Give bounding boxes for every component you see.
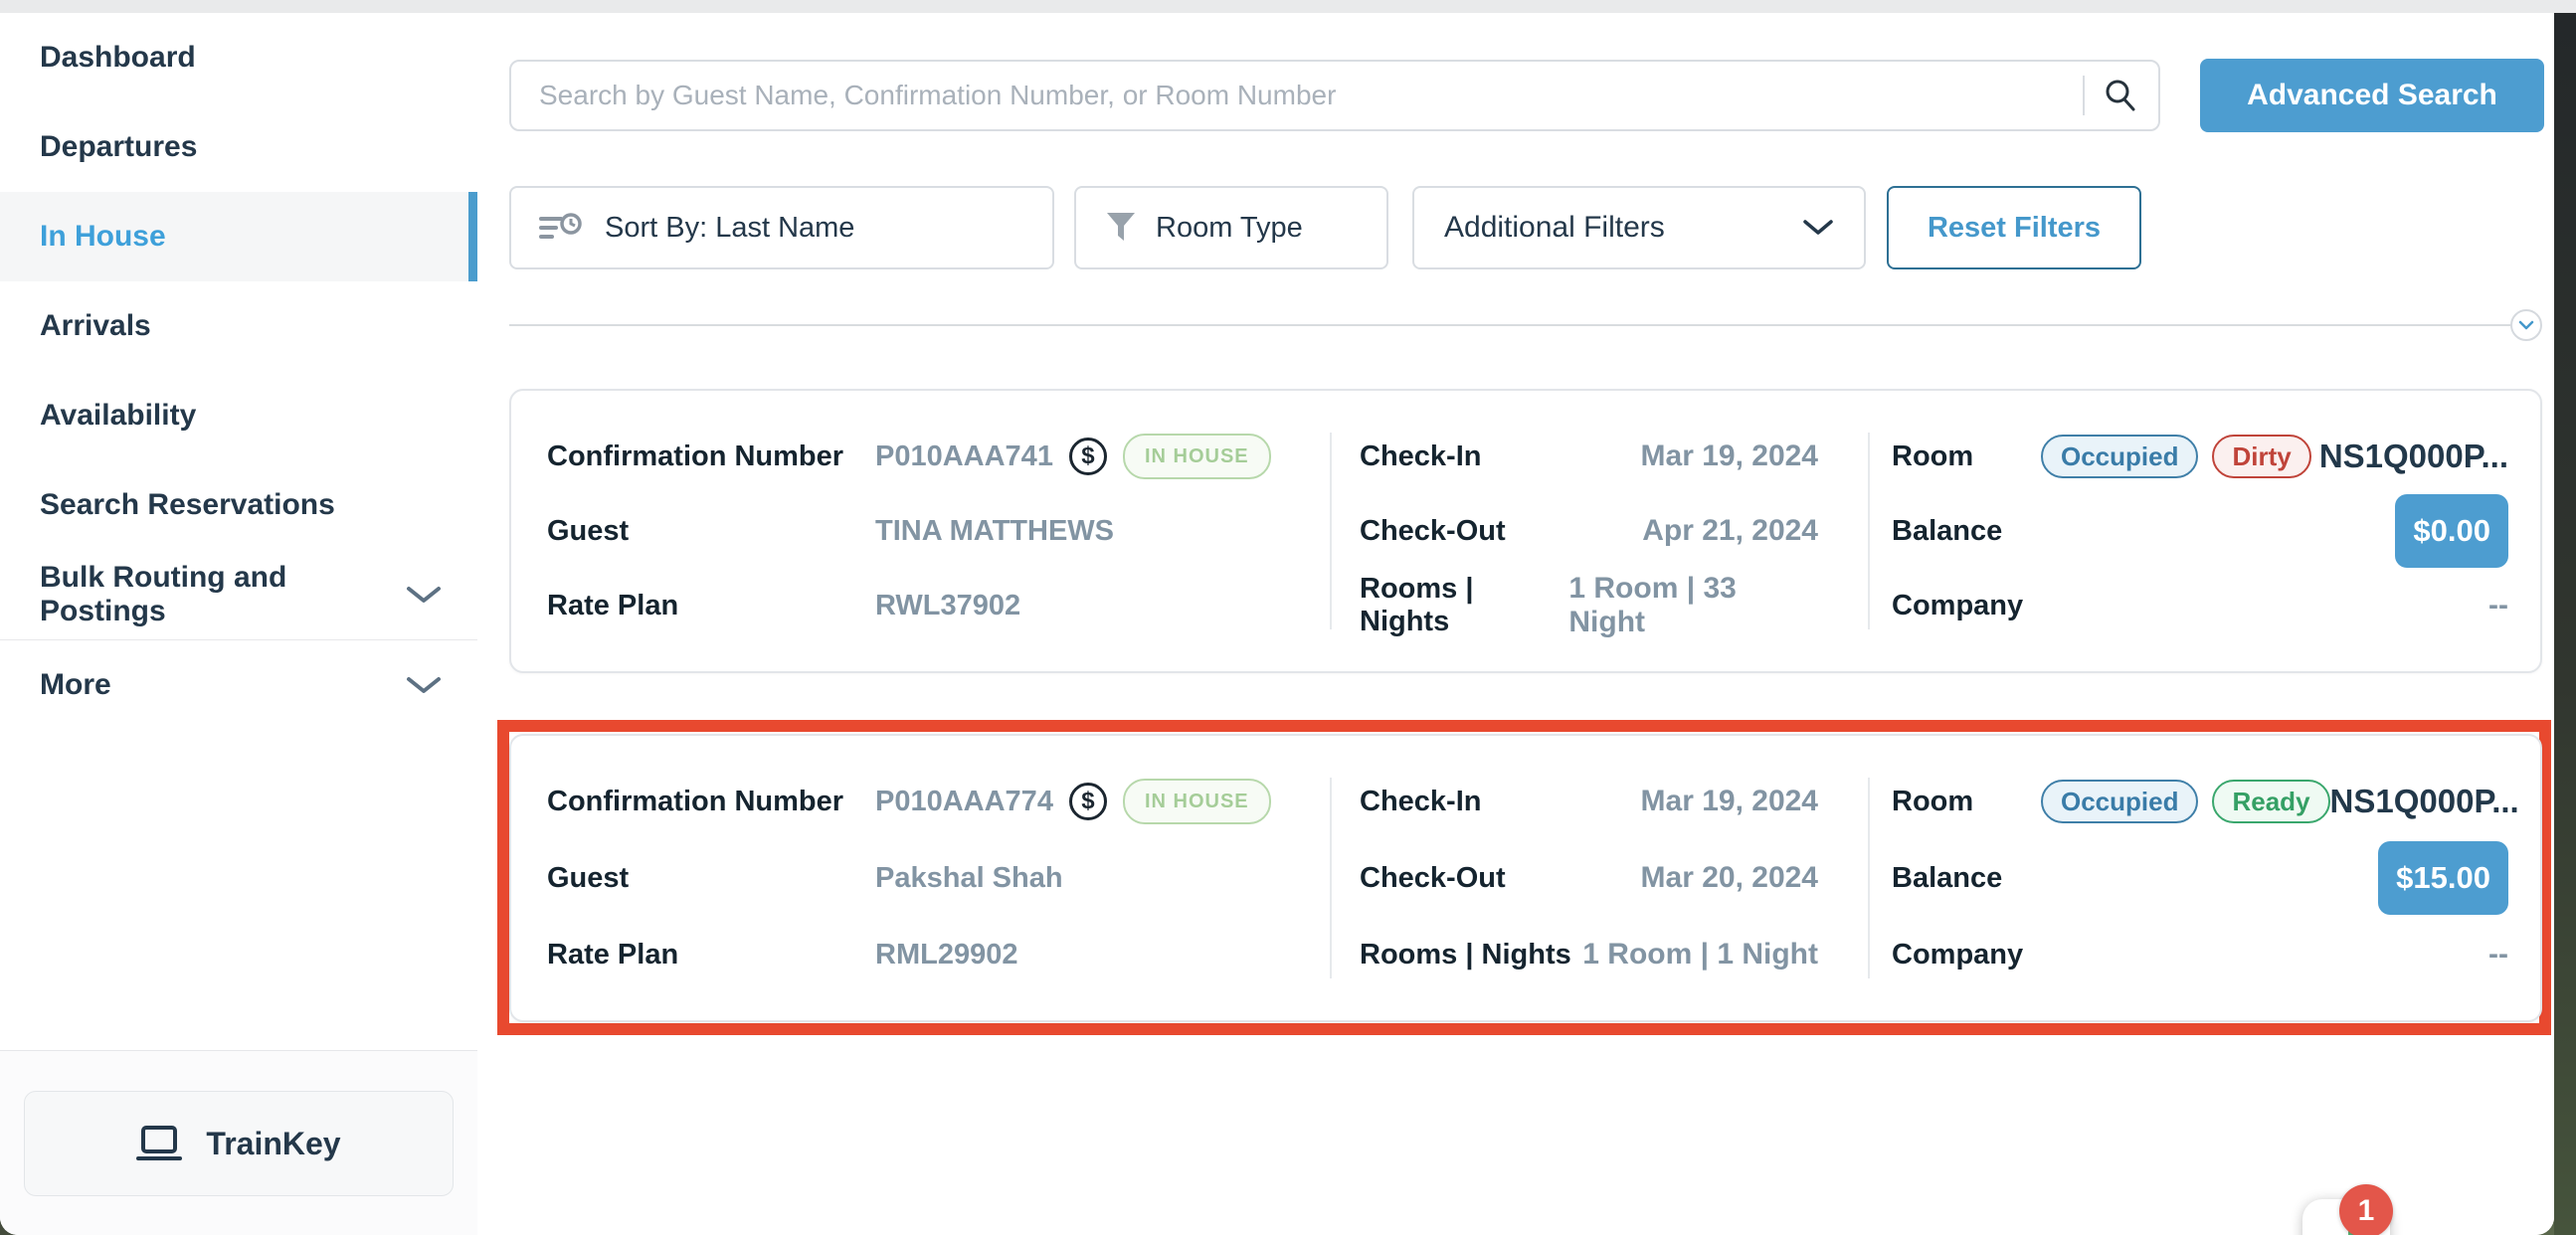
rate-plan-label: Rate Plan [547,590,875,622]
sidebar-item-dashboard[interactable]: Dashboard [0,13,477,102]
rooms-nights-value: 1 Room | 1 Night [1582,938,1818,971]
additional-filters-button[interactable]: Additional Filters [1412,186,1866,269]
sidebar-item-arrivals[interactable]: Arrivals [0,281,477,371]
company-label: Company [1892,590,2041,622]
nav-label: Search Reservations [40,488,335,522]
chevron-down-icon [406,675,442,695]
card-column-divider [1330,778,1332,978]
rooms-nights-label: Rooms | Nights [1360,939,1571,971]
sidebar-item-availability[interactable]: Availability [0,371,477,460]
nav-label: Departures [40,130,197,164]
section-divider [509,324,2510,326]
window-top-edge [0,0,2576,14]
checkout-label: Check-Out [1360,515,1506,548]
checkin-value: Mar 19, 2024 [1641,440,1818,473]
card-column-divider [1330,433,1332,629]
rate-plan-label: Rate Plan [547,939,875,971]
laptop-icon [136,1125,182,1162]
rate-plan-value: RWL37902 [875,590,1020,622]
company-value: -- [2488,589,2508,622]
checkout-label: Check-Out [1360,862,1506,895]
company-label: Company [1892,939,2041,971]
checkout-value: Apr 21, 2024 [1642,514,1818,548]
room-label: Room [1892,786,2041,818]
balance-button[interactable]: $15.00 [2378,841,2508,915]
additional-filters-label: Additional Filters [1444,211,1665,245]
trainkey-label: TrainKey [206,1126,340,1162]
checkin-value: Mar 19, 2024 [1641,785,1818,818]
room-number: NS1Q000P... [2319,438,2508,475]
search-input[interactable] [537,79,2083,112]
room-type-filter-button[interactable]: Room Type [1074,186,1388,269]
card-column-divider [1868,778,1870,978]
guest-value: Pakshal Shah [875,862,1063,895]
guest-label: Guest [547,515,875,548]
housekeeping-badge: Dirty [2212,435,2310,478]
guest-value: TINA MATTHEWS [875,515,1114,548]
chevron-down-icon [406,585,442,605]
search-divider [2083,76,2085,115]
room-type-label: Room Type [1156,212,1303,245]
main-content: Advanced Search Sort By: Last Name [477,13,2554,1235]
nav-label: Arrivals [40,309,151,343]
app-window: Dashboard Departures In House Arrivals A… [0,13,2554,1235]
balance-label: Balance [1892,515,2041,548]
notification-badge: 1 [2339,1184,2393,1235]
sidebar-item-more[interactable]: More [0,639,477,730]
sidebar: Dashboard Departures In House Arrivals A… [0,13,478,1235]
checkin-label: Check-In [1360,786,1481,818]
trainkey-button[interactable]: TrainKey [24,1091,454,1196]
nav-label: Dashboard [40,41,196,75]
chevron-down-icon [1802,219,1834,237]
background-window-strip [2554,13,2576,1235]
room-number: NS1Q000P... [2330,783,2519,820]
filter-row: Sort By: Last Name Room Type Additional … [477,186,2554,269]
sort-by-button[interactable]: Sort By: Last Name [509,186,1054,269]
nav-label: Bulk Routing and Postings [40,561,406,628]
search-box [509,60,2160,131]
housekeeping-badge: Ready [2212,780,2329,823]
status-badge: IN HOUSE [1123,434,1271,479]
checkin-label: Check-In [1360,441,1481,473]
nav-label: More [40,668,111,702]
reservation-card-selected[interactable]: Confirmation Number P010AAA774 $ IN HOUS… [509,734,2542,1022]
sidebar-item-search-reservations[interactable]: Search Reservations [0,460,477,550]
status-badge: IN HOUSE [1123,779,1271,824]
desktop: Dashboard Departures In House Arrivals A… [0,0,2576,1235]
confirmation-label: Confirmation Number [547,786,875,818]
dollar-icon[interactable]: $ [1069,783,1107,820]
reset-filters-label: Reset Filters [1928,212,2101,245]
balance-button[interactable]: $0.00 [2395,494,2508,568]
room-label: Room [1892,441,2041,473]
search-icon[interactable] [2103,78,2138,113]
occupancy-badge: Occupied [2041,780,2198,823]
sidebar-item-departures[interactable]: Departures [0,102,477,192]
rooms-nights-value: 1 Room | 33 Night [1568,572,1818,639]
sidebar-item-bulk-routing[interactable]: Bulk Routing and Postings [0,550,477,639]
chevron-down-icon [2518,320,2534,330]
card-column-divider [1868,433,1870,629]
reservation-card[interactable]: Confirmation Number P010AAA741 $ IN HOUS… [509,389,2542,673]
checkout-value: Mar 20, 2024 [1641,861,1818,895]
balance-label: Balance [1892,862,2041,895]
nav-label: Availability [40,399,196,433]
confirmation-value[interactable]: P010AAA741 [875,441,1053,473]
dollar-icon[interactable]: $ [1069,438,1107,475]
reset-filters-button[interactable]: Reset Filters [1887,186,2141,269]
sidebar-footer: TrainKey [0,1050,477,1235]
occupancy-badge: Occupied [2041,435,2198,478]
rooms-nights-label: Rooms | Nights [1360,573,1568,638]
funnel-icon [1106,212,1136,244]
advanced-search-button[interactable]: Advanced Search [2200,59,2544,132]
sort-by-label: Sort By: Last Name [605,212,854,245]
sort-icon [539,212,583,244]
nav-label: In House [40,220,166,254]
rate-plan-value: RML29902 [875,939,1017,971]
confirmation-label: Confirmation Number [547,441,875,473]
sidebar-item-in-house[interactable]: In House [0,192,477,281]
guest-label: Guest [547,862,875,895]
company-value: -- [2488,938,2508,971]
confirmation-value[interactable]: P010AAA774 [875,786,1053,818]
collapse-toggle-button[interactable] [2510,309,2542,341]
